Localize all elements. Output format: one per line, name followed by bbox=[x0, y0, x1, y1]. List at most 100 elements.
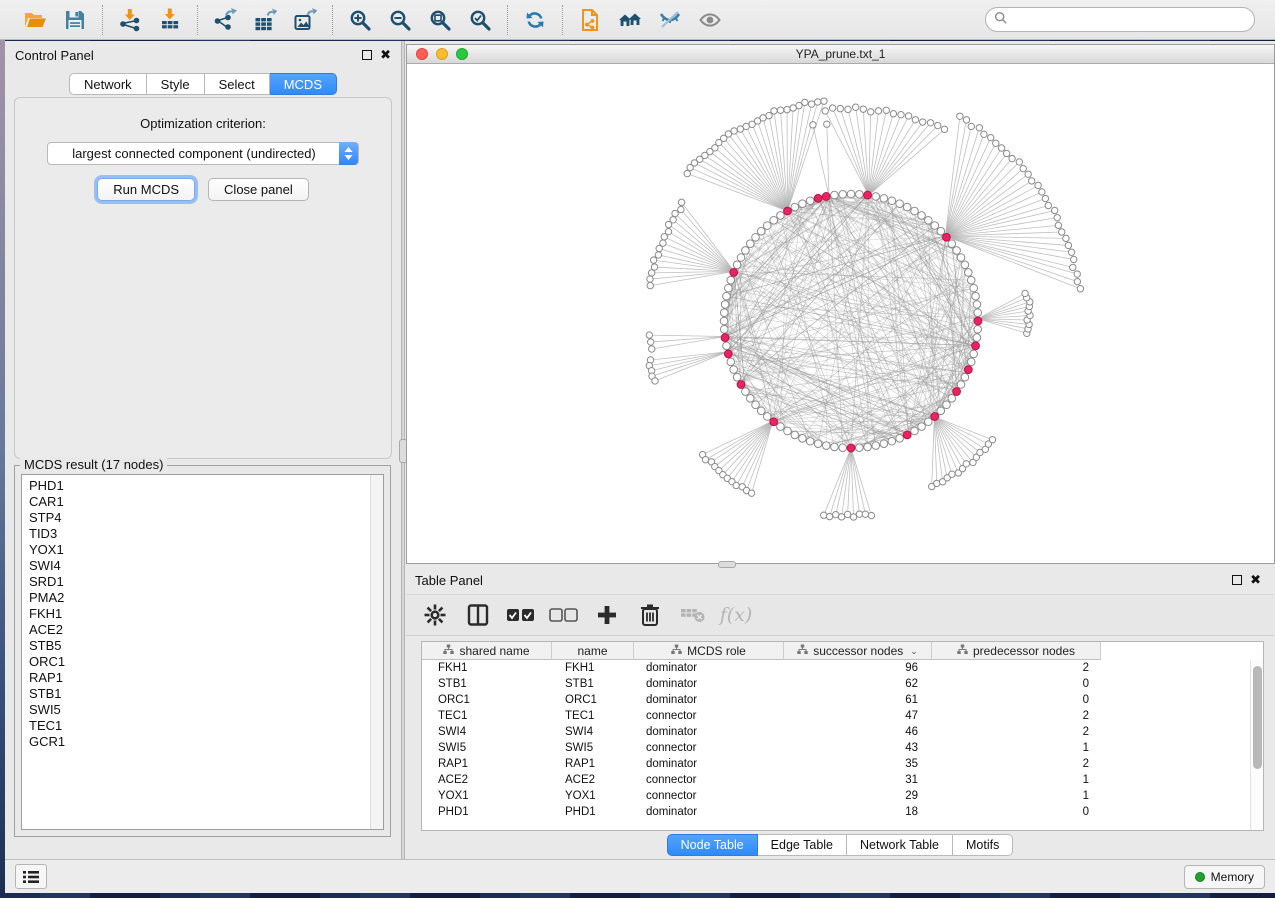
mcds-result-item[interactable]: PHD1 bbox=[29, 478, 383, 494]
mcds-result-item[interactable]: PMA2 bbox=[29, 590, 383, 606]
mcds-result-item[interactable]: YOX1 bbox=[29, 542, 383, 558]
save-session-button[interactable] bbox=[58, 5, 92, 35]
memory-button[interactable]: Memory bbox=[1184, 865, 1265, 889]
table-cell: SWI5 bbox=[552, 740, 634, 756]
zoom-in-icon bbox=[348, 8, 372, 32]
table-cell: 35 bbox=[784, 756, 932, 772]
table-row[interactable]: ACE2ACE2connector311 bbox=[422, 772, 1263, 788]
zoom-in-button[interactable] bbox=[343, 5, 377, 35]
hide-graphics-details-button[interactable] bbox=[653, 5, 687, 35]
network-canvas[interactable] bbox=[407, 64, 1274, 563]
open-file-button[interactable] bbox=[18, 5, 52, 35]
table-row[interactable]: SWI4SWI4dominator462 bbox=[422, 724, 1263, 740]
mcds-result-item[interactable]: ACE2 bbox=[29, 622, 383, 638]
table-row[interactable]: STB1STB1dominator620 bbox=[422, 676, 1263, 692]
export-image-button[interactable] bbox=[288, 5, 322, 35]
show-column-panel-button[interactable] bbox=[465, 602, 491, 628]
table-row[interactable]: FKH1FKH1dominator962 bbox=[422, 660, 1263, 676]
mcds-result-item[interactable]: STB5 bbox=[29, 638, 383, 654]
export-table-button[interactable] bbox=[248, 5, 282, 35]
table-cell: 0 bbox=[932, 692, 1101, 708]
mcds-list-scrollbar[interactable] bbox=[370, 475, 383, 829]
column-header-shared-name[interactable]: shared name bbox=[422, 642, 552, 660]
table-row[interactable]: YOX1YOX1connector291 bbox=[422, 788, 1263, 804]
mcds-result-item[interactable]: TID3 bbox=[29, 526, 383, 542]
column-header-predecessor-nodes[interactable]: predecessor nodes bbox=[932, 642, 1101, 660]
task-history-button[interactable] bbox=[15, 864, 47, 889]
show-graphics-details-button[interactable] bbox=[693, 5, 727, 35]
create-new-column-button[interactable] bbox=[594, 602, 620, 628]
status-bar: Memory bbox=[5, 859, 1275, 893]
table-cell: dominator bbox=[634, 692, 784, 708]
tab-select[interactable]: Select bbox=[205, 73, 270, 95]
search-input[interactable] bbox=[985, 7, 1255, 32]
close-panel-icon[interactable]: ✖ bbox=[380, 50, 391, 60]
import-network-button[interactable] bbox=[113, 5, 147, 35]
mcds-tab-content: Optimization criterion: largest connecte… bbox=[14, 97, 392, 459]
table-scrollbar[interactable] bbox=[1250, 660, 1263, 830]
table-cell: STB1 bbox=[422, 676, 552, 692]
table-row[interactable]: ORC1ORC1dominator610 bbox=[422, 692, 1263, 708]
network-graph[interactable] bbox=[407, 64, 1274, 563]
table-row[interactable]: PHD1PHD1dominator180 bbox=[422, 804, 1263, 820]
zoom-out-button[interactable] bbox=[383, 5, 417, 35]
column-type-icon bbox=[443, 644, 454, 658]
tab-style[interactable]: Style bbox=[147, 73, 205, 95]
mcds-result-item[interactable]: STP4 bbox=[29, 510, 383, 526]
import-table-button[interactable] bbox=[153, 5, 187, 35]
run-mcds-button[interactable]: Run MCDS bbox=[97, 178, 195, 201]
tab-motifs[interactable]: Motifs bbox=[953, 834, 1013, 856]
table-panel-titlebar: Table Panel ✖ bbox=[405, 566, 1275, 594]
float-panel-icon[interactable] bbox=[362, 50, 372, 60]
table-cell: 1 bbox=[932, 788, 1101, 804]
table-cell: 2 bbox=[932, 756, 1101, 772]
criterion-dropdown[interactable]: largest connected component (undirected) bbox=[47, 142, 359, 165]
tab-network[interactable]: Network bbox=[69, 73, 147, 95]
table-row[interactable]: SWI5SWI5connector431 bbox=[422, 740, 1263, 756]
mcds-result-item[interactable]: ORC1 bbox=[29, 654, 383, 670]
control-panel-title: Control Panel bbox=[15, 48, 94, 63]
mcds-result-item[interactable]: FKH1 bbox=[29, 606, 383, 622]
delete-column-icon bbox=[639, 603, 661, 627]
search-icon bbox=[994, 11, 1008, 25]
tab-node-table[interactable]: Node Table bbox=[667, 834, 758, 856]
share-network-document-button[interactable] bbox=[573, 5, 607, 35]
mcds-result-list[interactable]: PHD1CAR1STP4TID3YOX1SWI4SRD1PMA2FKH1ACE2… bbox=[21, 474, 384, 830]
tab-edge-table[interactable]: Edge Table bbox=[758, 834, 847, 856]
table-row[interactable]: RAP1RAP1dominator352 bbox=[422, 756, 1263, 772]
unselect-all-columns-button[interactable] bbox=[551, 602, 577, 628]
toolbar-group bbox=[508, 5, 562, 35]
close-table-panel-icon[interactable]: ✖ bbox=[1250, 575, 1261, 585]
column-header-MCDS-role[interactable]: MCDS role bbox=[634, 642, 784, 660]
refresh-layout-button[interactable] bbox=[518, 5, 552, 35]
mcds-result-item[interactable]: RAP1 bbox=[29, 670, 383, 686]
zoom-fit-button[interactable] bbox=[423, 5, 457, 35]
home-button[interactable] bbox=[613, 5, 647, 35]
network-view-window: YPA_prune.txt_1 bbox=[406, 44, 1275, 564]
delete-column-button[interactable] bbox=[637, 602, 663, 628]
select-all-columns-button[interactable] bbox=[508, 602, 534, 628]
table-panel: Table Panel ✖ f(x) shared namenameMCDS r… bbox=[405, 566, 1275, 859]
table-cell: FKH1 bbox=[552, 660, 634, 676]
column-type-icon bbox=[671, 644, 682, 658]
column-header-successor-nodes[interactable]: successor nodes⌄ bbox=[784, 642, 932, 660]
mcds-result-item[interactable]: SRD1 bbox=[29, 574, 383, 590]
zoom-selected-button[interactable] bbox=[463, 5, 497, 35]
close-panel-button[interactable]: Close panel bbox=[208, 178, 309, 201]
mcds-result-item[interactable]: STB1 bbox=[29, 686, 383, 702]
mcds-result-item[interactable]: CAR1 bbox=[29, 494, 383, 510]
mcds-result-item[interactable]: TEC1 bbox=[29, 718, 383, 734]
horizontal-splitter-handle[interactable] bbox=[718, 561, 736, 568]
export-network-button[interactable] bbox=[208, 5, 242, 35]
tab-network-table[interactable]: Network Table bbox=[847, 834, 953, 856]
column-header-name[interactable]: name bbox=[552, 642, 634, 660]
mcds-result-item[interactable]: SWI4 bbox=[29, 558, 383, 574]
float-table-panel-icon[interactable] bbox=[1232, 575, 1242, 585]
export-network-icon bbox=[213, 8, 237, 32]
table-settings-button[interactable] bbox=[422, 602, 448, 628]
table-scrollbar-thumb[interactable] bbox=[1253, 666, 1262, 769]
tab-mcds[interactable]: MCDS bbox=[270, 73, 337, 95]
table-row[interactable]: TEC1TEC1connector472 bbox=[422, 708, 1263, 724]
mcds-result-item[interactable]: SWI5 bbox=[29, 702, 383, 718]
mcds-result-item[interactable]: GCR1 bbox=[29, 734, 383, 750]
